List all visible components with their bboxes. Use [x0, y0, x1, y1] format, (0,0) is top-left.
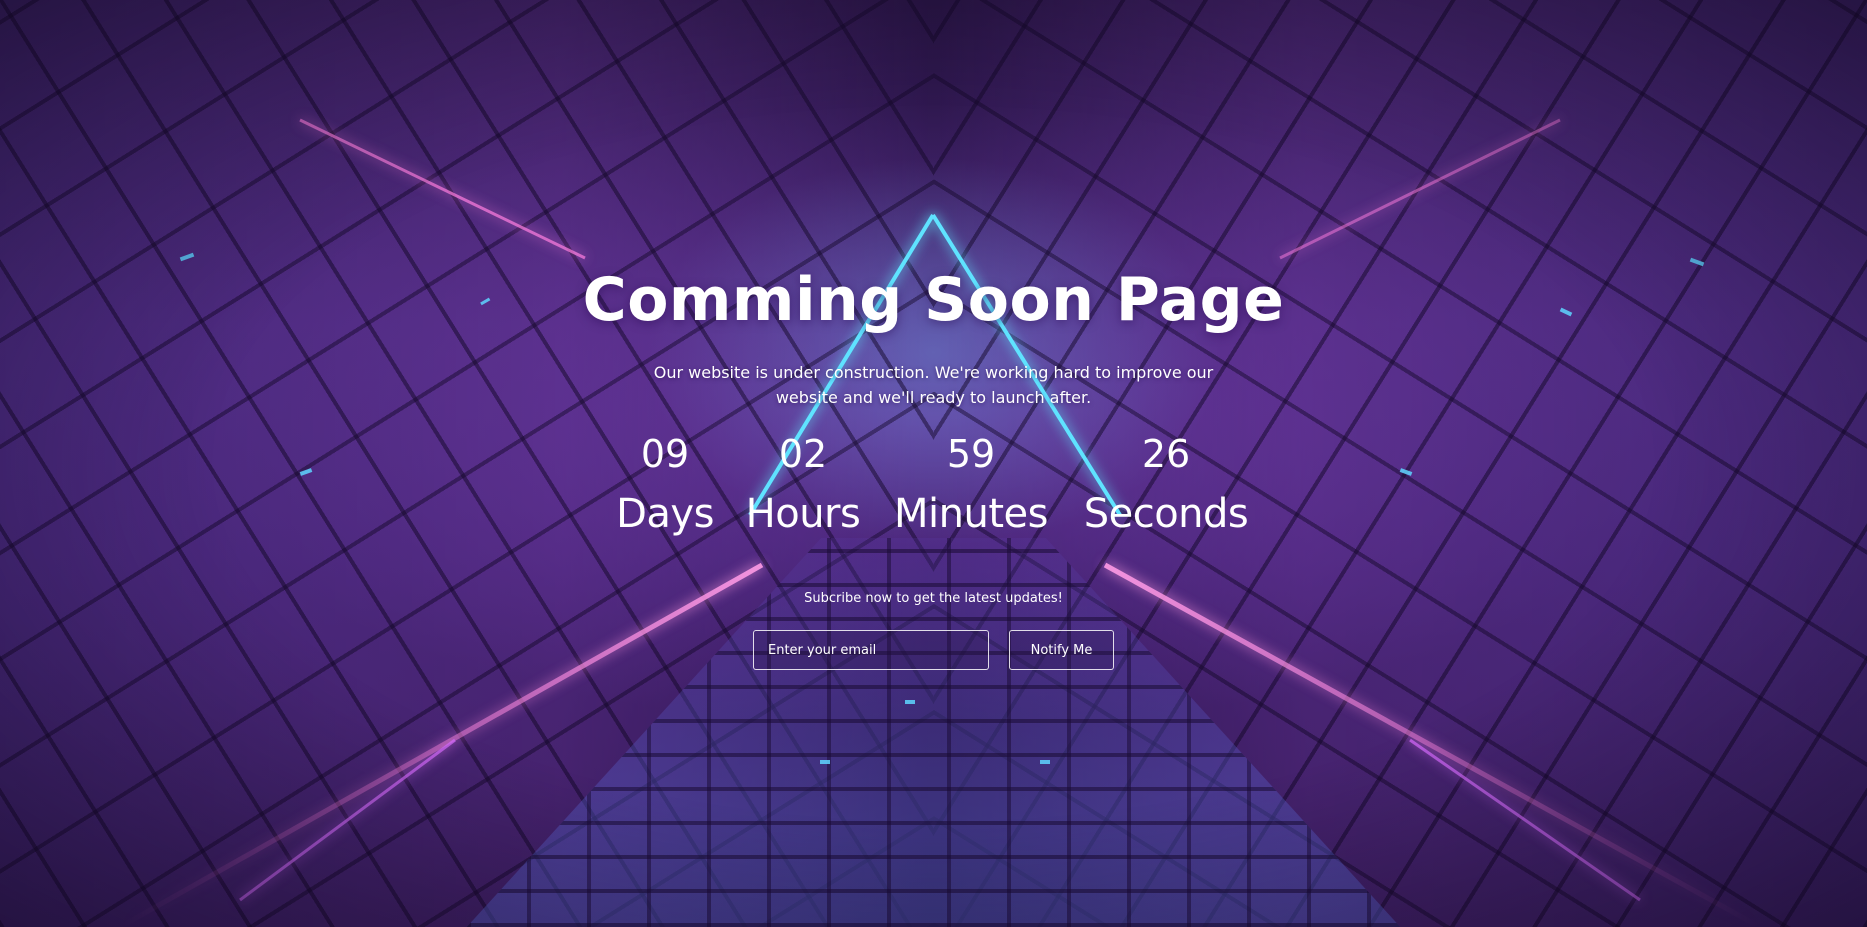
seconds-label: Seconds [1083, 491, 1249, 537]
seconds-value: 26 [1141, 432, 1191, 476]
countdown-hours: 02 Hours [713, 428, 893, 548]
countdown-timer: 09 Days 02 Hours 59 Minutes 26 Seconds [0, 428, 1867, 548]
notify-me-button[interactable]: Notify Me [1009, 630, 1114, 670]
minutes-label: Minutes [894, 491, 1048, 537]
hours-label: Hours [745, 491, 861, 537]
minutes-value: 59 [946, 432, 996, 476]
page-title: Comming Soon Page [582, 265, 1285, 335]
coming-soon-page: Comming Soon Page Our website is under c… [0, 0, 1867, 927]
email-input[interactable] [753, 630, 989, 670]
page-subtitle: Our website is under construction. We're… [653, 363, 1214, 407]
countdown-minutes: 59 Minutes [881, 428, 1061, 548]
subscribe-form: Notify Me [753, 630, 1115, 670]
subscribe-prompt: Subcribe now to get the latest updates! [804, 591, 1063, 606]
hero-content: Comming Soon Page Our website is under c… [0, 0, 1867, 927]
hours-value: 02 [778, 432, 828, 476]
countdown-seconds: 26 Seconds [1076, 428, 1256, 548]
